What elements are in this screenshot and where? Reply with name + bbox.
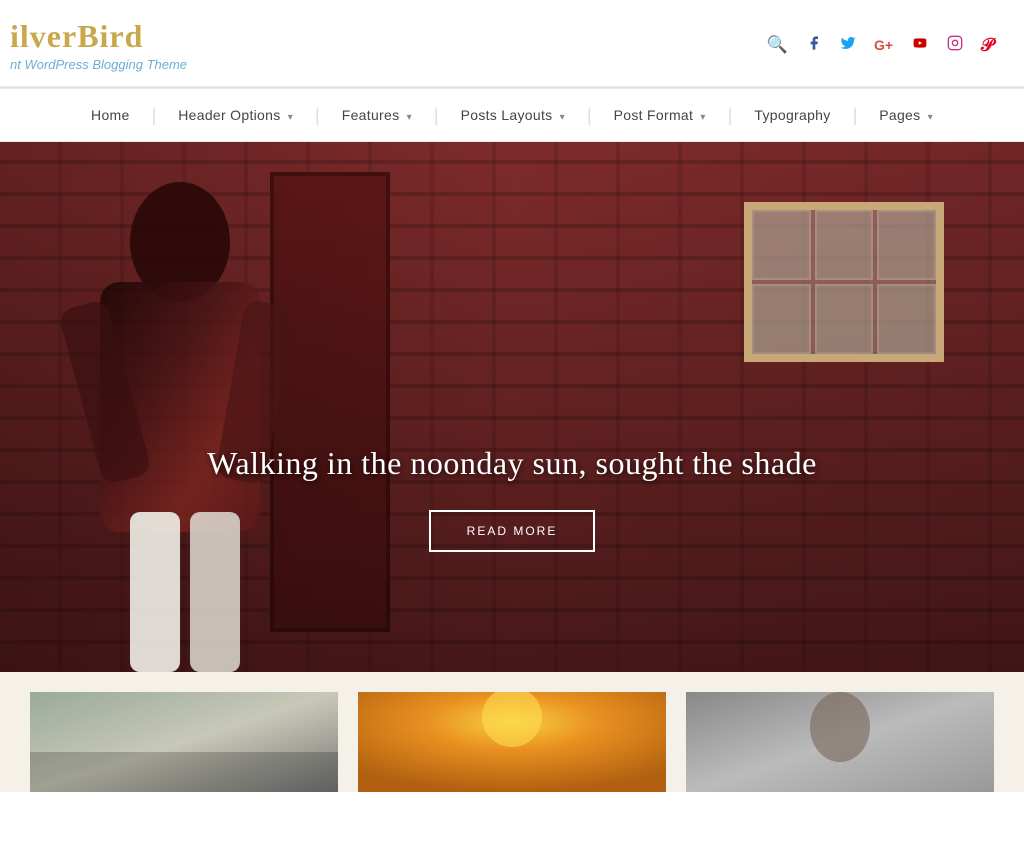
nav-link-post-format[interactable]: Post Format ▾: [592, 89, 728, 141]
main-nav: Home | Header Options ▾ | Features ▾ | P…: [0, 88, 1024, 142]
search-icon[interactable]: 🔍: [767, 35, 788, 55]
nav-item-post-format[interactable]: Post Format ▾: [592, 89, 728, 141]
nav-link-pages[interactable]: Pages ▾: [857, 89, 955, 141]
youtube-icon[interactable]: [911, 35, 929, 55]
hero-content: Walking in the noonday sun, sought the s…: [0, 445, 1024, 552]
hero-figure: [0, 142, 380, 672]
nav-link-typography[interactable]: Typography: [732, 89, 852, 141]
nav-link-header-options[interactable]: Header Options ▾: [156, 89, 315, 141]
card-thumb-2[interactable]: [358, 692, 666, 792]
window-pane-6: [877, 284, 936, 354]
pinterest-icon[interactable]: 𝒫: [981, 35, 994, 56]
window-pane-2: [815, 210, 874, 280]
logo-subtitle: nt WordPress Blogging Theme: [10, 57, 187, 72]
nav-link-home[interactable]: Home: [69, 89, 152, 141]
site-header: ilverBird nt WordPress Blogging Theme 🔍 …: [0, 0, 1024, 87]
hero-cta-button[interactable]: READ MORE: [429, 510, 596, 552]
window-pane-5: [815, 284, 874, 354]
window-pane-1: [752, 210, 811, 280]
posts-layouts-arrow: ▾: [560, 112, 565, 123]
instagram-icon[interactable]: [947, 35, 963, 56]
cards-row: [0, 672, 1024, 792]
facebook-icon[interactable]: [806, 35, 822, 56]
gplus-icon[interactable]: G+: [874, 37, 893, 53]
social-icons-bar: 🔍 G+ 𝒫: [767, 35, 994, 56]
window-pane-3: [877, 210, 936, 280]
pages-arrow: ▾: [928, 112, 933, 123]
nav-link-features[interactable]: Features ▾: [320, 89, 434, 141]
nav-item-pages[interactable]: Pages ▾: [857, 89, 955, 141]
features-arrow: ▾: [407, 112, 412, 123]
nav-item-typography[interactable]: Typography: [732, 89, 852, 141]
logo-area: ilverBird nt WordPress Blogging Theme: [10, 18, 187, 72]
nav-item-home[interactable]: Home: [69, 89, 152, 141]
hero-section: Walking in the noonday sun, sought the s…: [0, 142, 1024, 672]
nav-list: Home | Header Options ▾ | Features ▾ | P…: [0, 89, 1024, 141]
hero-window: [744, 202, 944, 362]
card-thumb-1[interactable]: [30, 692, 338, 792]
hero-title: Walking in the noonday sun, sought the s…: [0, 445, 1024, 482]
logo-title[interactable]: ilverBird: [10, 18, 187, 55]
nav-item-posts-layouts[interactable]: Posts Layouts ▾: [439, 89, 587, 141]
nav-item-features[interactable]: Features ▾: [320, 89, 434, 141]
window-pane-4: [752, 284, 811, 354]
twitter-icon[interactable]: [840, 35, 856, 56]
nav-link-posts-layouts[interactable]: Posts Layouts ▾: [439, 89, 587, 141]
nav-item-header-options[interactable]: Header Options ▾: [156, 89, 315, 141]
post-format-arrow: ▾: [700, 112, 705, 123]
card-thumb-3[interactable]: [686, 692, 994, 792]
header-options-arrow: ▾: [288, 112, 293, 123]
